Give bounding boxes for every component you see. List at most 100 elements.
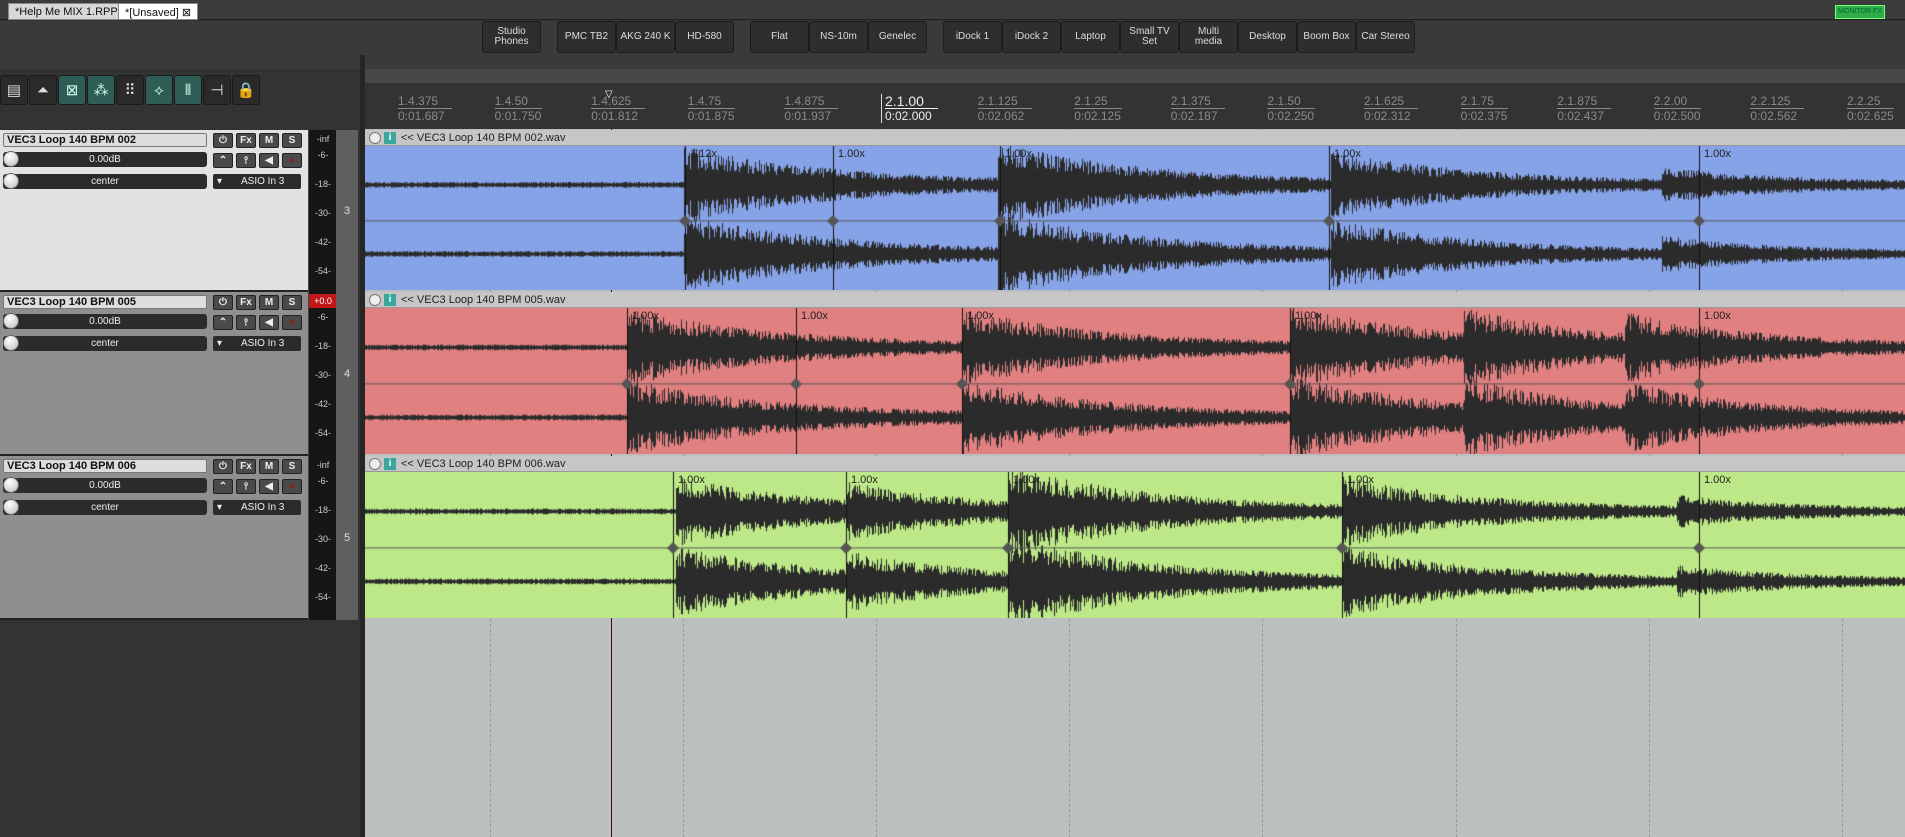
record-input-select[interactable]: ▾ ASIO In 3: [213, 336, 301, 351]
monitor-preset-button[interactable]: Desktop: [1238, 21, 1297, 53]
monitor-fx-button[interactable]: MONITOR FX: [1835, 5, 1885, 19]
volume-slider[interactable]: 0.00dB: [3, 313, 207, 329]
volume-knob[interactable]: [3, 151, 19, 167]
mute-button[interactable]: M: [259, 459, 279, 474]
stretch-marker-rate[interactable]: 1.00x: [678, 474, 705, 486]
stretch-marker-rate[interactable]: 1.00x: [1013, 474, 1040, 486]
mute-button[interactable]: M: [259, 133, 279, 148]
item-info-icon[interactable]: i: [384, 132, 396, 144]
item-header[interactable]: i << VEC3 Loop 140 BPM 005.wav: [365, 292, 1905, 308]
track-5[interactable]: VEC3 Loop 140 BPM 006 0.00dB center ⏻ Fx…: [0, 456, 360, 620]
stretch-marker-rate[interactable]: 1.12x: [690, 148, 717, 160]
monitor-speaker-icon[interactable]: ◀: [259, 479, 279, 494]
record-arm-icon[interactable]: ●: [282, 315, 302, 330]
item-volume-knob[interactable]: [369, 458, 381, 470]
peak-readout[interactable]: -inf: [309, 458, 337, 472]
pan-knob[interactable]: [3, 335, 19, 351]
fx-bypass-button[interactable]: ⏻: [213, 459, 233, 474]
pan-slider[interactable]: center: [3, 335, 207, 351]
ripple-icon[interactable]: ⊠: [58, 75, 86, 105]
metronome-icon[interactable]: ⏶: [29, 75, 57, 105]
item-info-icon[interactable]: i: [384, 294, 396, 306]
stretch-marker-rate[interactable]: 1.00x: [1704, 148, 1731, 160]
envelope-icon[interactable]: ⌃: [213, 479, 233, 494]
item-header[interactable]: i << VEC3 Loop 140 BPM 006.wav: [365, 456, 1905, 472]
monitor-preset-button[interactable]: PMC TB2: [557, 21, 616, 53]
tab-unsaved[interactable]: *[Unsaved] ⊠: [118, 3, 199, 20]
media-item[interactable]: i << VEC3 Loop 140 BPM 005.wav 1.00x 1.00x 1…: [365, 292, 1905, 454]
track-panel[interactable]: VEC3 Loop 140 BPM 006 0.00dB center ⏻ Fx…: [0, 456, 308, 620]
media-item[interactable]: i << VEC3 Loop 140 BPM 006.wav 1.00x 1.00x 1…: [365, 456, 1905, 618]
monitor-preset-button[interactable]: Car Stereo: [1356, 21, 1415, 53]
solo-button[interactable]: S: [282, 459, 302, 474]
volume-slider[interactable]: 0.00dB: [3, 151, 207, 167]
item-info-icon[interactable]: i: [384, 458, 396, 470]
envelope-icon[interactable]: ⟡: [145, 75, 173, 105]
fx-button[interactable]: Fx: [236, 459, 256, 474]
snap-icon[interactable]: ⦀: [174, 75, 202, 105]
routing-icon[interactable]: ⫯: [236, 153, 256, 168]
grouping-icon[interactable]: ⁂: [87, 75, 115, 105]
stretch-marker-rate[interactable]: 1.00x: [851, 474, 878, 486]
fx-bypass-button[interactable]: ⏻: [213, 295, 233, 310]
monitor-preset-button[interactable]: iDock 1: [943, 21, 1002, 53]
item-volume-knob[interactable]: [369, 294, 381, 306]
stretch-marker-rate[interactable]: 1.00x: [1334, 148, 1361, 160]
monitor-preset-button[interactable]: NS-10m: [809, 21, 868, 53]
record-input-select[interactable]: ▾ ASIO In 3: [213, 174, 301, 189]
track-name-field[interactable]: VEC3 Loop 140 BPM 005: [3, 295, 207, 309]
track-4[interactable]: VEC3 Loop 140 BPM 005 0.00dB center ⏻ Fx…: [0, 292, 360, 456]
mute-button[interactable]: M: [259, 295, 279, 310]
envelope-icon[interactable]: ⌃: [213, 315, 233, 330]
monitor-preset-button[interactable]: Multi media: [1179, 21, 1238, 53]
media-item[interactable]: i << VEC3 Loop 140 BPM 002.wav 1.12x 1.00x 1…: [365, 130, 1905, 290]
monitor-preset-button[interactable]: Laptop: [1061, 21, 1120, 53]
fx-button[interactable]: Fx: [236, 295, 256, 310]
item-header[interactable]: i << VEC3 Loop 140 BPM 002.wav: [365, 130, 1905, 146]
solo-button[interactable]: S: [282, 133, 302, 148]
volume-knob[interactable]: [3, 313, 19, 329]
monitor-preset-button[interactable]: Boom Box: [1297, 21, 1356, 53]
track-3[interactable]: VEC3 Loop 140 BPM 002 0.00dB center ⏻ Fx…: [0, 130, 360, 292]
stretch-marker-rate[interactable]: 1.00x: [1704, 474, 1731, 486]
fx-button[interactable]: Fx: [236, 133, 256, 148]
monitor-preset-button[interactable]: iDock 2: [1002, 21, 1061, 53]
pan-knob[interactable]: [3, 173, 19, 189]
region-lane[interactable]: [365, 69, 1905, 83]
pan-slider[interactable]: center: [3, 173, 207, 189]
peak-readout[interactable]: +0.0: [309, 294, 337, 308]
record-input-select[interactable]: ▾ ASIO In 3: [213, 500, 301, 515]
stretch-marker-rate[interactable]: 1.00x: [632, 310, 659, 322]
grid-icon[interactable]: ⠿: [116, 75, 144, 105]
stretch-marker-rate[interactable]: 1.00x: [1704, 310, 1731, 322]
record-arm-icon[interactable]: ●: [282, 153, 302, 168]
stretch-marker-rate[interactable]: 1.00x: [967, 310, 994, 322]
track-name-field[interactable]: VEC3 Loop 140 BPM 006: [3, 459, 207, 473]
routing-icon[interactable]: ⫯: [236, 479, 256, 494]
close-icon[interactable]: ⊠: [182, 7, 191, 19]
track-panel[interactable]: VEC3 Loop 140 BPM 005 0.00dB center ⏻ Fx…: [0, 292, 308, 456]
routing-icon[interactable]: ⫯: [236, 315, 256, 330]
pan-knob[interactable]: [3, 499, 19, 515]
stretch-marker-rate[interactable]: 1.00x: [838, 148, 865, 160]
envelope-icon[interactable]: ⌃: [213, 153, 233, 168]
monitor-preset-button[interactable]: Small TV Set: [1120, 21, 1179, 53]
monitor-speaker-icon[interactable]: ◀: [259, 315, 279, 330]
track-meter[interactable]: -inf -6- -18- -30- -42- -54-: [308, 456, 336, 620]
stretch-marker-rate[interactable]: 1.00x: [1005, 148, 1032, 160]
track-icon[interactable]: ▤: [0, 75, 28, 105]
record-arm-icon[interactable]: ●: [282, 479, 302, 494]
monitor-preset-button[interactable]: AKG 240 K: [616, 21, 675, 53]
stretch-marker-rate[interactable]: 1.00x: [1347, 474, 1374, 486]
solo-button[interactable]: S: [282, 295, 302, 310]
monitor-preset-button[interactable]: Flat: [750, 21, 809, 53]
monitor-preset-button[interactable]: Studio Phones: [482, 21, 541, 53]
track-meter[interactable]: +0.0 -6- -18- -30- -42- -54-: [308, 292, 337, 456]
volume-slider[interactable]: 0.00dB: [3, 477, 207, 493]
pan-slider[interactable]: center: [3, 499, 207, 515]
monitor-preset-button[interactable]: Genelec: [868, 21, 927, 53]
lock-icon[interactable]: 🔒: [232, 75, 260, 105]
stretch-marker-rate[interactable]: 1.00x: [1295, 310, 1322, 322]
timeline-ruler[interactable]: 1.4.375 0:01.687 1.4.50 0:01.750 1.4.625 0:01…: [365, 83, 1905, 129]
monitor-preset-button[interactable]: HD-580: [675, 21, 734, 53]
